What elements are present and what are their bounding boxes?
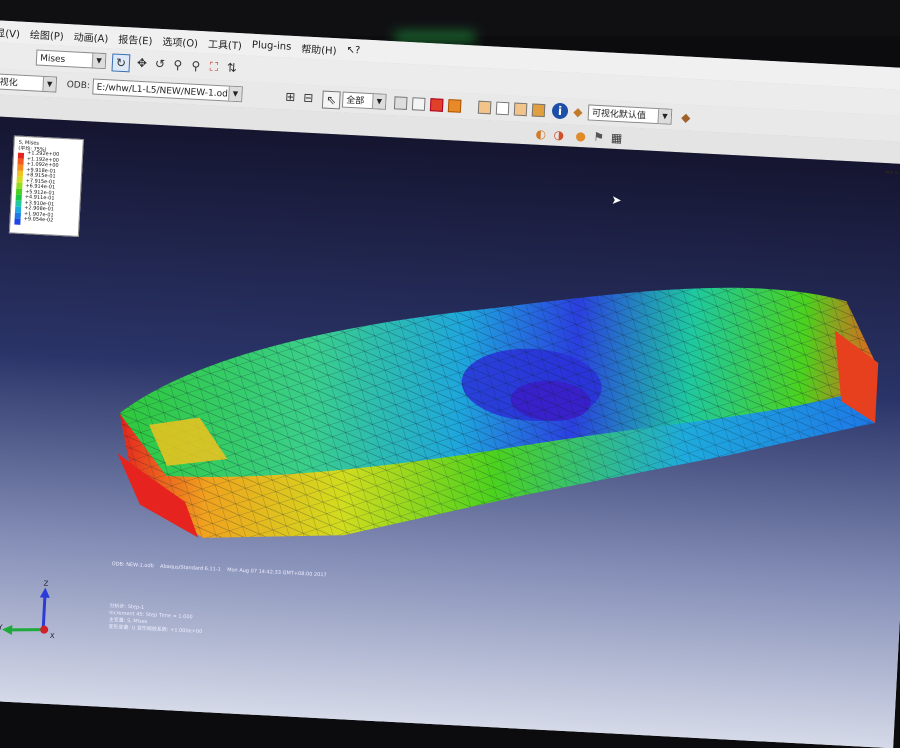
chevron-down-icon: ▼: [228, 86, 242, 102]
viewport-canvas[interactable]: ◂◂ ▸ S, Mises (平均: 75%) +1.292e+00 +1.19…: [0, 115, 900, 748]
selection-scope-value: 全部: [346, 95, 365, 107]
odb-path-select[interactable]: E:/whw/L1-L5/NEW/NEW-1.odb ▼: [92, 78, 243, 103]
mesh-display-icon[interactable]: [447, 99, 462, 113]
side-view-icon[interactable]: [513, 102, 528, 117]
select-arrow-icon[interactable]: ⇖: [321, 90, 341, 110]
select-area-icon[interactable]: [411, 97, 426, 111]
menu-plot[interactable]: 绘图(P): [30, 26, 65, 43]
select-box-icon[interactable]: [393, 96, 408, 110]
undeformed-icon[interactable]: ◐: [532, 126, 549, 143]
layers-icon[interactable]: ⊟: [300, 89, 317, 106]
odb-path-value: E:/whw/L1-L5/NEW/NEW-1.odb: [96, 82, 234, 100]
selection-scope-select[interactable]: 全部 ▼: [341, 91, 387, 110]
front-view-icon[interactable]: [495, 101, 510, 116]
field-output-value: Mises: [39, 53, 66, 65]
info-icon[interactable]: i: [551, 102, 569, 120]
menu-help[interactable]: 帮助(H): [301, 40, 337, 57]
axis-x-label: X: [50, 632, 55, 640]
menu-tools[interactable]: 工具(T): [208, 35, 243, 52]
cycle-views-icon[interactable]: ⇅: [223, 59, 240, 76]
menu-report[interactable]: 报告(E): [118, 30, 153, 47]
chevron-down-icon: ▼: [657, 109, 672, 124]
status-odb-name: ODB: NEW-1.odb: [111, 561, 154, 570]
symbol-icon[interactable]: ⚑: [590, 129, 607, 146]
zoom-icon[interactable]: ⚲: [170, 56, 187, 73]
deformed-icon[interactable]: ◑: [550, 127, 567, 144]
module-value: 可视化: [0, 77, 18, 89]
render-icon[interactable]: ◆: [570, 103, 587, 120]
menu-animate[interactable]: 动画(A): [73, 28, 108, 45]
menu-view[interactable]: 显(V): [0, 24, 20, 40]
chevron-down-icon: ▼: [91, 53, 106, 69]
bezel-light-reflection: [395, 32, 475, 42]
fe-model-render[interactable]: [0, 116, 900, 748]
contour-icon[interactable]: ●: [572, 128, 589, 145]
module-select[interactable]: 可视化 ▼: [0, 72, 58, 93]
table-icon[interactable]: ▦: [608, 130, 625, 147]
chevron-down-icon: ▼: [371, 94, 386, 109]
rotate-icon[interactable]: ↺: [152, 56, 169, 73]
odb-label: ODB:: [66, 80, 91, 92]
field-output-select[interactable]: Mises ▼: [35, 49, 107, 70]
view-options-icon[interactable]: ⊞: [282, 88, 299, 105]
menu-options[interactable]: 选项(O): [162, 33, 198, 50]
render-style-select[interactable]: 可视化默认值 ▼: [587, 104, 673, 125]
top-view-icon[interactable]: [531, 103, 546, 118]
menu-plugins[interactable]: Plug-ins: [252, 39, 292, 52]
highlight-icon[interactable]: [429, 98, 444, 112]
render-style-value: 可视化默认值: [591, 108, 647, 122]
chevron-down-icon: ▼: [42, 76, 57, 92]
box-zoom-icon[interactable]: ⚲: [187, 57, 204, 74]
axis-z-label: Z: [43, 580, 48, 588]
abaqus-window: 显(V) 绘图(P) 动画(A) 报告(E) 选项(O) 工具(T) Plug-…: [0, 20, 900, 748]
axis-y-label: Y: [0, 623, 3, 631]
color-code-icon[interactable]: ◆: [677, 109, 694, 126]
status-details: 分析步: Step-1 Increment 45: Step Time = 1.…: [108, 603, 203, 636]
pan-icon[interactable]: ✥: [134, 55, 151, 72]
context-help-icon[interactable]: ↖?: [346, 44, 360, 56]
iso-view-icon[interactable]: [477, 100, 492, 115]
refresh-icon[interactable]: ↻: [111, 53, 131, 73]
auto-fit-icon[interactable]: ⛶: [205, 58, 222, 75]
axis-triad: Z Y X: [0, 580, 55, 641]
